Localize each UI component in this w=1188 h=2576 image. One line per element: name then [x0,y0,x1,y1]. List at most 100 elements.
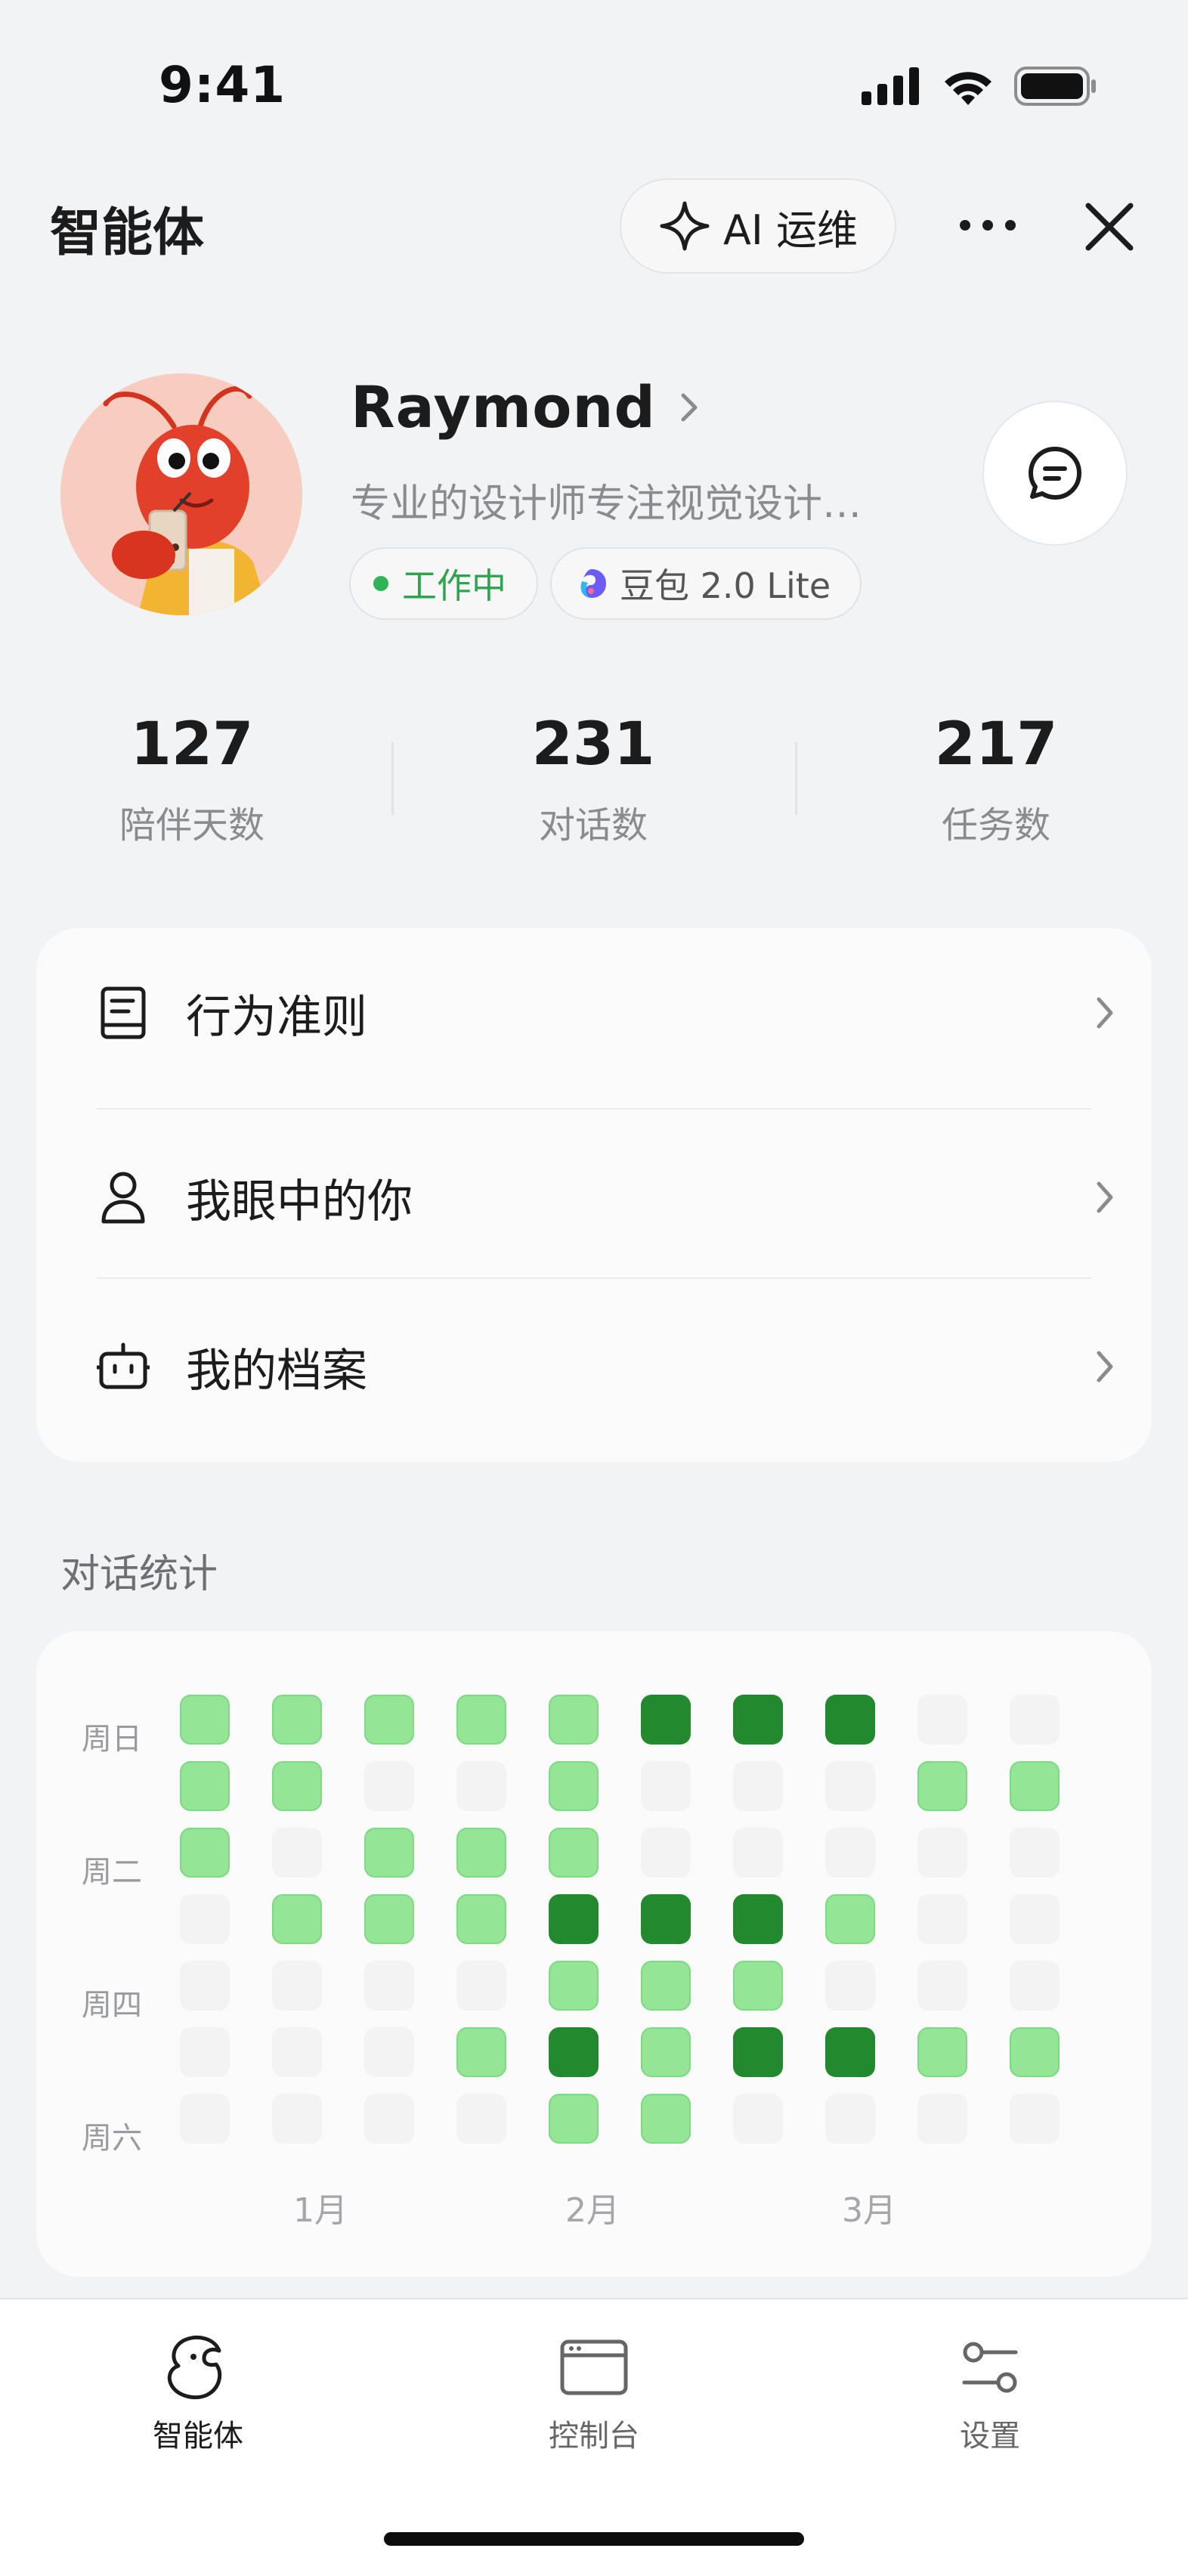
day-label: 周六 [82,2121,142,2156]
heatmap-cell [733,1894,783,1944]
tab-console[interactable]: 控制台 [503,2330,685,2455]
ai-ops-label: AI 运维 [722,206,859,254]
heatmap-cell [456,1961,506,2011]
heatmap-cell [180,1961,230,2011]
book-icon [97,986,150,1039]
heatmap-cell [272,1761,322,1811]
heatmap-cell [733,1828,783,1878]
heatmap-cell [1010,1961,1060,2011]
heatmap-cell [733,1761,783,1811]
heatmap-cell [917,1894,967,1944]
chat-button[interactable] [982,401,1128,546]
heatmap-cell [364,1761,414,1811]
heatmap-cell [549,1761,599,1811]
activity-heatmap-card: 周日 周二 周四 周六 1月 2月 3月 [36,1631,1152,2277]
tab-agent[interactable]: 智能体 [107,2330,289,2455]
close-icon [1085,203,1134,251]
signal-icon [862,67,919,105]
stat-tasks: 217 任务数 [845,711,1147,848]
tab-label: 设置 [960,2419,1020,2454]
user-icon [97,1171,150,1224]
lobster-mascot-icon [60,373,302,615]
tab-label: 控制台 [549,2419,639,2454]
heatmap-cell [272,2094,322,2144]
tab-settings[interactable]: 设置 [899,2330,1081,2455]
heatmap-cell [917,1761,967,1811]
heatmap-cell [549,1894,599,1944]
menu-card: 行为准则 我眼中的你 我的档案 [36,928,1152,1462]
stat-label: 对话数 [538,804,648,847]
heatmap-cell [1010,2027,1060,2077]
tab-label: 智能体 [153,2419,243,2454]
heatmap-cell [272,1828,322,1878]
stat-value: 217 [934,711,1058,779]
more-button[interactable] [955,203,1020,248]
heatmap-cell [641,1761,691,1811]
battery-icon [1014,67,1096,106]
stat-conversations: 231 对话数 [442,711,744,848]
wifi-icon [945,72,992,105]
heatmap-cell [825,2027,875,2077]
heatmap-cell [825,1828,875,1878]
console-icon [560,2339,628,2395]
chat-bubble-icon [1029,447,1081,500]
heatmap-cell [825,2094,875,2144]
page-title: 智能体 [50,203,205,263]
heatmap-cell [456,1695,506,1745]
heatmap-cell [364,1828,414,1878]
heatmap-cell [180,2027,230,2077]
stat-value: 231 [531,711,655,779]
status-badge: 工作中 [349,547,538,620]
heatmap-cell [364,1961,414,2011]
heatmap-cell [825,1894,875,1944]
heatmap-cell [825,1761,875,1811]
profile-name: Raymond [351,373,656,441]
chevron-right-icon [681,393,698,421]
heatmap-cell [364,1894,414,1944]
home-indicator [384,2532,804,2546]
heatmap-cell [917,1961,967,2011]
model-badge[interactable]: 豆包 2.0 Lite [550,547,862,620]
menu-item-label: 我的档案 [186,1344,367,1398]
heatmap-cell [641,1894,691,1944]
stat-label: 任务数 [941,804,1050,847]
more-icon [960,220,1016,231]
heatmap-cell [641,2094,691,2144]
heatmap-cell [364,2094,414,2144]
profile-bio: 专业的设计师专注视觉设计… [351,481,862,527]
heatmap-cell [549,2027,599,2077]
status-badge-label: 工作中 [402,565,506,606]
menu-item-you-in-my-eyes[interactable]: 我眼中的你 [97,1113,1128,1282]
profile-name-row[interactable]: Raymond [351,373,700,441]
agent-icon [167,2336,222,2400]
sparkle-icon [660,201,710,251]
stat-value: 127 [130,711,254,779]
close-button[interactable] [1081,198,1138,255]
heatmap-cell [1010,1828,1060,1878]
menu-item-label: 我眼中的你 [186,1175,413,1228]
heatmap-cell [825,1695,875,1745]
menu-item-my-profile[interactable]: 我的档案 [97,1282,1128,1451]
menu-item-code-of-conduct[interactable]: 行为准则 [97,928,1128,1098]
stat-divider [795,742,797,815]
heatmap-cell [1010,2094,1060,2144]
heatmap-cell [180,1894,230,1944]
heatmap-cell [272,1695,322,1745]
heatmap-cell [641,1828,691,1878]
heatmap-cell [180,1828,230,1878]
heatmap-cell [456,2094,506,2144]
day-label: 周四 [82,1988,142,2023]
avatar[interactable] [60,373,302,615]
month-label: 3月 [842,2191,896,2230]
doubao-logo-icon [580,569,606,598]
heatmap-cell [733,1695,783,1745]
status-dot-icon [373,576,388,591]
ai-ops-button[interactable]: AI 运维 [620,178,896,274]
heatmap-cell [917,2027,967,2077]
model-badge-label: 豆包 2.0 Lite [620,565,831,606]
heatmap-cell [364,1695,414,1745]
heatmap-cell [641,1961,691,2011]
chevron-right-icon [1097,1351,1113,1382]
heatmap-cell [180,1761,230,1811]
heatmap-cell [549,1961,599,2011]
